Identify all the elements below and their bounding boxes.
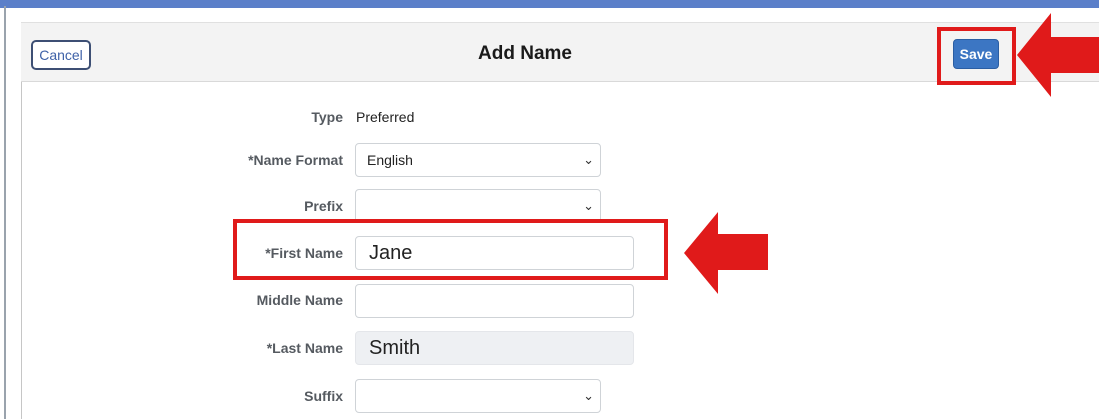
chevron-down-icon: ⌄: [583, 198, 594, 213]
name-format-value: English: [367, 152, 413, 168]
type-value: Preferred: [356, 109, 415, 125]
chevron-down-icon: ⌄: [583, 152, 594, 167]
chevron-down-icon: ⌄: [583, 388, 594, 403]
prefix-select[interactable]: ⌄: [355, 189, 601, 223]
middle-name-field[interactable]: [355, 284, 634, 318]
type-label: Type: [311, 109, 343, 125]
page-title: Add Name: [478, 43, 572, 64]
name-format-select[interactable]: English ⌄: [355, 143, 601, 177]
first-name-label: *First Name: [265, 245, 343, 261]
red-arrow-icon: [1017, 13, 1099, 97]
name-format-label: *Name Format: [248, 152, 343, 168]
prefix-label: Prefix: [304, 198, 343, 214]
middle-name-label: Middle Name: [256, 292, 343, 308]
suffix-label: Suffix: [304, 388, 343, 404]
last-name-label: *Last Name: [266, 340, 343, 356]
window-left-border: [4, 6, 6, 419]
last-name-field[interactable]: Smith: [355, 331, 634, 365]
red-arrow-icon: [684, 212, 768, 294]
first-name-field[interactable]: Jane: [355, 236, 634, 270]
cancel-button[interactable]: Cancel: [31, 40, 91, 70]
suffix-select[interactable]: ⌄: [355, 379, 601, 413]
window-top-border: [0, 0, 1099, 8]
save-highlight-box: [937, 27, 1016, 85]
